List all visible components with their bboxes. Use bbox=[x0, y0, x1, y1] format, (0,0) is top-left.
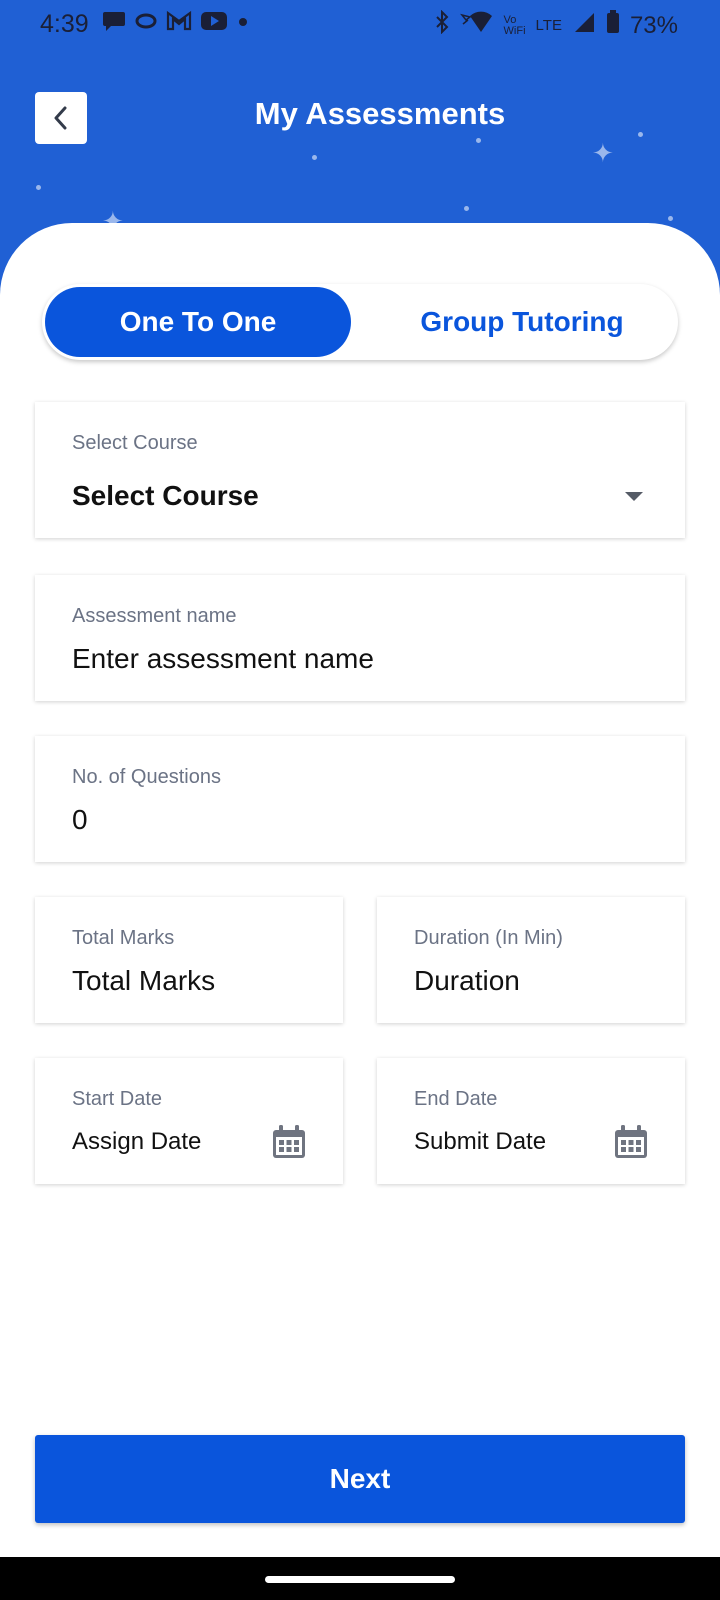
decorative-dot bbox=[668, 216, 673, 221]
decorative-dot bbox=[476, 138, 481, 143]
start-date-field[interactable]: Start Date Assign Date bbox=[35, 1058, 343, 1184]
total-marks-field[interactable]: Total Marks Total Marks bbox=[35, 897, 343, 1023]
home-gesture-handle[interactable] bbox=[265, 1576, 455, 1583]
tab-group-tutoring[interactable]: Group Tutoring bbox=[372, 287, 672, 357]
sparkle-icon: ✦ bbox=[592, 138, 614, 168]
decorative-dot bbox=[36, 185, 41, 190]
duration-field[interactable]: Duration (In Min) Duration bbox=[377, 897, 685, 1023]
lte-label: LTE bbox=[535, 17, 562, 34]
battery-icon bbox=[606, 10, 620, 42]
cell-signal-icon bbox=[572, 10, 596, 42]
more-notifications-dot-icon bbox=[236, 10, 250, 40]
course-select[interactable]: Select Course Select Course bbox=[35, 402, 685, 538]
decorative-dot bbox=[312, 155, 317, 160]
calendar-icon[interactable] bbox=[613, 1124, 649, 1165]
assessment-name-input[interactable]: Enter assessment name bbox=[72, 643, 374, 675]
bluetooth-icon bbox=[434, 9, 450, 42]
assessment-name-label: Assessment name bbox=[72, 605, 237, 627]
assessment-name-field[interactable]: Assessment name Enter assessment name bbox=[35, 575, 685, 701]
notification-icons bbox=[102, 10, 250, 40]
total-marks-label: Total Marks bbox=[72, 927, 175, 949]
tab-switcher: One To One Group Tutoring bbox=[42, 284, 678, 360]
chat-bubble-icon bbox=[102, 10, 126, 40]
gmail-icon bbox=[166, 10, 192, 40]
end-date-field[interactable]: End Date Submit Date bbox=[377, 1058, 685, 1184]
decorative-dot bbox=[464, 206, 469, 211]
duration-label: Duration (In Min) bbox=[414, 927, 563, 949]
decorative-dot bbox=[638, 132, 643, 137]
status-time: 4:39 bbox=[40, 10, 89, 38]
end-date-input[interactable]: Submit Date bbox=[414, 1128, 546, 1156]
course-select-value: Select Course bbox=[72, 480, 259, 511]
sync-icon bbox=[134, 10, 158, 40]
tab-one-to-one[interactable]: One To One bbox=[45, 287, 351, 357]
questions-field[interactable]: No. of Questions 0 bbox=[35, 736, 685, 862]
calendar-icon[interactable] bbox=[271, 1124, 307, 1165]
next-button[interactable]: Next bbox=[35, 1435, 685, 1523]
battery-percent: 73% bbox=[629, 12, 678, 39]
status-bar: 4:39 Vo WiFi LTE 73% bbox=[0, 0, 720, 50]
questions-label: No. of Questions bbox=[72, 766, 221, 788]
caret-down-icon bbox=[625, 492, 643, 501]
vowifi-label: Vo WiFi bbox=[503, 14, 526, 37]
duration-input[interactable]: Duration bbox=[414, 965, 520, 997]
questions-input[interactable]: 0 bbox=[72, 804, 88, 836]
youtube-icon bbox=[200, 10, 228, 40]
course-select-label: Select Course bbox=[72, 432, 198, 454]
page-title: My Assessments bbox=[254, 96, 506, 131]
wifi-icon bbox=[459, 10, 494, 42]
start-date-input[interactable]: Assign Date bbox=[72, 1128, 201, 1156]
start-date-label: Start Date bbox=[72, 1088, 163, 1110]
total-marks-input[interactable]: Total Marks bbox=[72, 965, 215, 997]
system-status-icons: Vo WiFi LTE 73% bbox=[434, 9, 678, 42]
end-date-label: End Date bbox=[414, 1088, 498, 1110]
